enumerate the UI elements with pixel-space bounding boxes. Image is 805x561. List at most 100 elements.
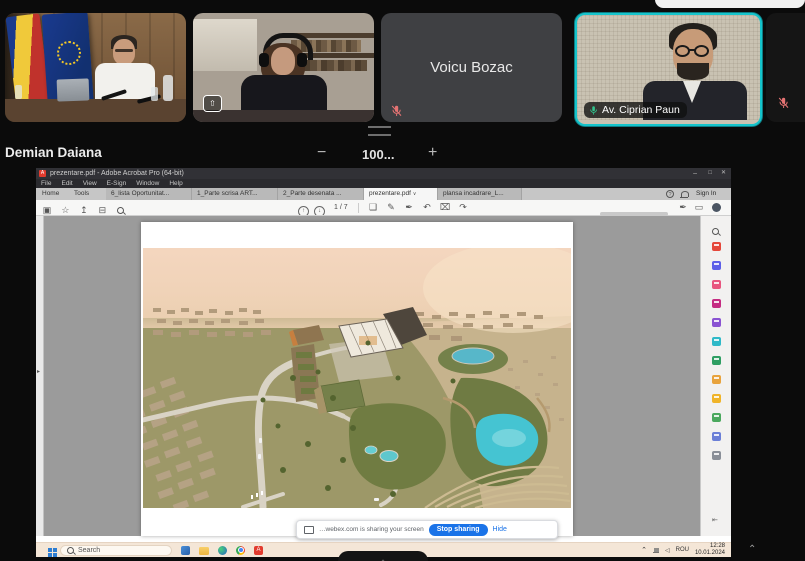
taskbar-clock[interactable]: 12:28 10.01.2024	[695, 543, 725, 557]
doc-tab-active-label: prezentare.pdf	[369, 190, 411, 197]
network-icon[interactable]	[653, 548, 659, 553]
meeting-controls-peek[interactable]: ⌃	[338, 551, 428, 561]
participant-2-earcup-r	[297, 53, 307, 67]
minimize-button[interactable]: –	[693, 168, 697, 179]
meeting-app-window: ⇧ Voicu Bozac Av. Ciprian Paun	[0, 0, 805, 561]
menu-window[interactable]: Window	[136, 179, 159, 188]
tab-tools[interactable]: Tools	[74, 188, 89, 200]
tool-compress-icon[interactable]	[712, 451, 721, 460]
menu-help[interactable]: Help	[169, 179, 182, 188]
volume-icon[interactable]: ◁	[665, 547, 670, 554]
language-indicator[interactable]: ROU	[676, 547, 689, 553]
undo-icon[interactable]: ↶	[420, 200, 434, 215]
monitor-icon	[304, 526, 314, 534]
participant-2-face	[271, 47, 295, 75]
panel-drag-handle[interactable]	[368, 126, 391, 136]
tool-prepare-form-icon[interactable]	[712, 356, 721, 365]
screen-sharing-bar: …webex.com is sharing your screen Stop s…	[296, 520, 558, 539]
signature-pen-icon[interactable]: ✒	[676, 200, 690, 215]
maximize-button[interactable]: □	[708, 168, 712, 179]
doc-tab-active-prezentare[interactable]: prezentare.pdf ∨	[364, 188, 438, 200]
task-view-icon[interactable]	[181, 546, 190, 555]
desk-edge	[193, 110, 374, 122]
feedback-window-icon[interactable]: ▭	[692, 200, 706, 215]
file-explorer-icon[interactable]	[199, 547, 209, 555]
find-icon[interactable]	[114, 203, 128, 216]
tool-export-pdf-icon[interactable]	[712, 242, 721, 251]
zoom-in-button[interactable]: +	[428, 144, 437, 162]
tray-expand-chevron-icon[interactable]: ⌃	[641, 546, 647, 554]
menu-esign[interactable]: E-Sign	[107, 179, 127, 188]
collapse-rail-icon[interactable]: ⇤	[712, 516, 718, 524]
stop-sharing-button[interactable]: Stop sharing	[429, 524, 488, 536]
menu-view[interactable]: View	[83, 179, 97, 188]
meeting-top-control-pill[interactable]	[655, 0, 805, 8]
delete-trash-icon[interactable]: ⌧	[438, 200, 452, 215]
doc-tab-5[interactable]: plansa incadrare_L...	[438, 188, 522, 200]
share-upload-icon[interactable]: ↥	[77, 203, 91, 216]
hide-sharing-bar-button[interactable]: Hide	[493, 526, 507, 533]
tool-protect-icon[interactable]	[712, 432, 721, 441]
participant-tile-ciprian-paun[interactable]: Av. Ciprian Paun	[575, 13, 762, 126]
zoom-level-value[interactable]: 100...	[362, 147, 395, 162]
fill-sign-pen-icon[interactable]: ✒	[402, 200, 416, 215]
page-down-icon[interactable]: ↓	[314, 203, 325, 216]
acrobat-tab-bar: Home Tools 6_lista Oportunitat... 1_Part…	[36, 188, 731, 200]
profile-avatar-icon[interactable]	[712, 203, 721, 212]
comment-icon[interactable]: ❑	[366, 200, 380, 215]
edit-pencil-icon[interactable]: ✎	[384, 200, 398, 215]
chrome-icon[interactable]	[236, 546, 245, 555]
tool-request-signatures-icon[interactable]	[712, 337, 721, 346]
participant-tile-voicu-bozac[interactable]: Voicu Bozac	[381, 13, 562, 122]
tool-stamp-icon[interactable]	[712, 413, 721, 422]
mic-muted-icon	[778, 97, 789, 109]
help-icon[interactable]: ?	[666, 190, 674, 198]
tool-fill-and-sign-icon[interactable]	[712, 318, 721, 327]
participant-tile-5-partial[interactable]	[766, 13, 805, 122]
redo-icon[interactable]: ↷	[456, 200, 470, 215]
webex-icon[interactable]	[218, 546, 227, 555]
star-favorites-icon[interactable]: ☆	[58, 203, 72, 216]
tool-edit-pdf-icon[interactable]	[712, 261, 721, 270]
pdf-render-image	[143, 248, 571, 508]
tool-comment-icon[interactable]	[712, 394, 721, 403]
tab-home[interactable]: Home	[42, 188, 59, 200]
page-up-icon[interactable]: ↑	[298, 203, 309, 216]
clock-date: 10.01.2024	[695, 550, 725, 557]
taskbar-search-input[interactable]: Search	[60, 545, 172, 556]
toolbar-divider	[358, 203, 359, 213]
save-icon[interactable]: ▣	[40, 203, 54, 216]
bottom-right-chevron-icon[interactable]: ⌃	[748, 544, 756, 555]
doc-tab-1[interactable]: 6_lista Oportunitat...	[106, 188, 192, 200]
window-light	[193, 19, 257, 71]
participant-1-glasses	[115, 49, 133, 52]
zoom-out-button[interactable]: −	[317, 144, 326, 162]
menu-file[interactable]: File	[41, 179, 51, 188]
desk	[5, 99, 186, 122]
notifications-bell-icon[interactable]	[681, 191, 689, 197]
mic-muted-icon	[391, 105, 402, 117]
expand-nav-pane-icon[interactable]: ▸	[37, 368, 40, 375]
participant-4-beard	[677, 63, 709, 80]
participant-tile-1[interactable]	[5, 13, 186, 122]
chevron-down-icon[interactable]: ∨	[413, 191, 417, 197]
tool-combine-files-icon[interactable]	[712, 375, 721, 384]
doc-tab-2[interactable]: 1_Parte scrisa ART...	[192, 188, 278, 200]
page-indicator[interactable]: 1 / 7	[334, 200, 348, 215]
sharing-message: …webex.com is sharing your screen	[319, 526, 424, 533]
doc-tab-3[interactable]: 2_Parte desenata ...	[278, 188, 364, 200]
participant-4-glasses-bridge	[689, 49, 695, 51]
participant-tile-2[interactable]: ⇧	[193, 13, 374, 122]
print-icon[interactable]: ⊟	[95, 203, 109, 216]
clock-time: 12:28	[695, 543, 725, 550]
tool-organize-pages-icon[interactable]	[712, 299, 721, 308]
start-button-icon[interactable]	[48, 548, 52, 552]
acrobat-taskbar-icon[interactable]: A	[254, 546, 263, 555]
shared-screen: A prezentare.pdf - Adobe Acrobat Pro (64…	[36, 168, 731, 557]
tool-create-pdf-icon[interactable]	[712, 280, 721, 289]
presenter-name-label: Demian Daiana	[5, 145, 102, 160]
sign-in-button[interactable]: Sign In	[696, 188, 716, 200]
nav-pane-collapsed-rail[interactable]	[36, 216, 44, 536]
close-button[interactable]: ✕	[721, 168, 726, 179]
menu-edit[interactable]: Edit	[61, 179, 72, 188]
